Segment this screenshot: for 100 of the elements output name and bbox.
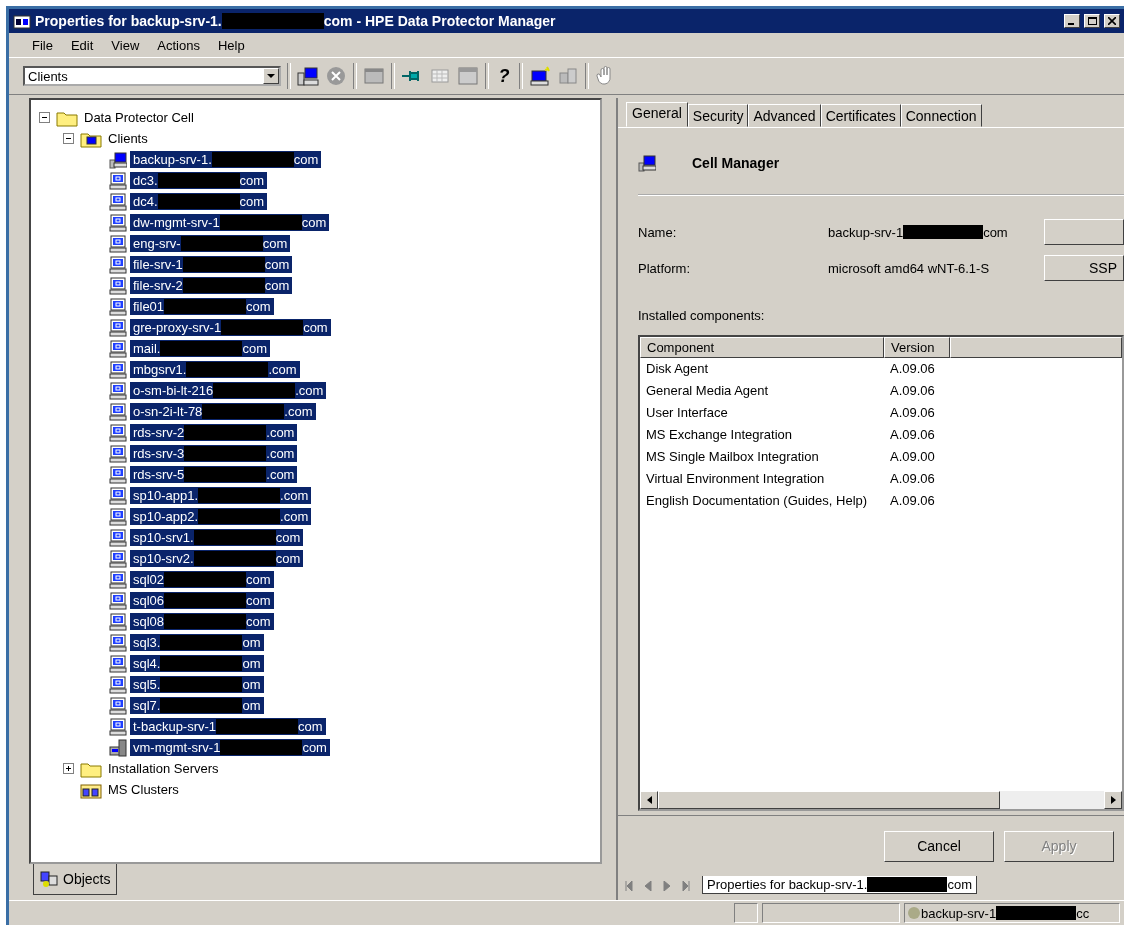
servers-icon (109, 738, 127, 757)
field-label: Platform: (638, 260, 691, 276)
horizontal-scrollbar[interactable] (640, 791, 1122, 809)
tree-item[interactable]: mail. com (130, 340, 270, 357)
computer-icon (109, 717, 127, 736)
tree-item[interactable]: sp10-srv2. com (130, 550, 304, 567)
expand-toggle[interactable] (63, 763, 74, 774)
host-name: rds-srv-2 (133, 425, 185, 440)
host-name: sql5. (133, 677, 161, 692)
scroll-left-icon[interactable] (646, 796, 652, 804)
computer-icon (109, 402, 127, 421)
menu-item[interactable]: Actions (148, 35, 209, 55)
menu-item[interactable]: Edit (61, 35, 103, 55)
tab[interactable]: Security (687, 104, 749, 127)
host-name: sql02 (133, 572, 165, 587)
tab[interactable]: Advanced (748, 104, 821, 127)
tree-item[interactable]: sql08 com (130, 613, 274, 630)
host-suffix: .com (266, 467, 295, 482)
tree-item[interactable]: file-srv-2 com (130, 277, 293, 294)
view-dropdown[interactable]: Clients (23, 66, 281, 86)
tree-item[interactable]: dc4. com (130, 193, 268, 210)
document-tab[interactable]: Properties for backup-srv-1. com (702, 876, 977, 894)
tree-item[interactable]: rds-srv-3 .com (130, 445, 298, 462)
host-suffix: com (239, 194, 265, 209)
menu-item[interactable]: Help (208, 35, 254, 55)
host-name: t-backup-srv-1 (133, 719, 217, 734)
tab[interactable]: General (626, 102, 688, 127)
host-name: o-sm-bi-lt-216 (133, 383, 214, 398)
computer-icon (109, 549, 127, 568)
column-header[interactable]: Component (640, 337, 884, 358)
help-button[interactable]: ? (495, 65, 513, 87)
action-button[interactable] (1044, 219, 1124, 245)
computer-icon (109, 507, 127, 526)
tree-item[interactable]: rds-srv-2 .com (130, 424, 298, 441)
tree-item[interactable]: backup-srv-1. com (130, 151, 322, 168)
host-name: backup-srv-1. (133, 152, 212, 167)
computer-icon (109, 297, 127, 316)
collapse-toggle[interactable] (63, 133, 74, 144)
tree-item[interactable]: sql5. om (130, 676, 264, 693)
close-button[interactable] (1104, 14, 1120, 28)
action-button[interactable]: SSP (1044, 255, 1124, 281)
menu-item[interactable]: View (102, 35, 149, 55)
host-name: o-sn-2i-lt-78 (133, 404, 203, 419)
host-suffix: com (275, 530, 301, 545)
tree-item[interactable]: file01 com (130, 298, 274, 315)
host-name: vm-mgmt-srv-1 (133, 740, 221, 755)
column-header[interactable]: Version (884, 337, 950, 358)
computer-icon[interactable] (529, 65, 551, 87)
dialog-button[interactable]: Cancel (884, 830, 994, 862)
tree-item[interactable]: dc3. com (130, 172, 268, 189)
tree-item[interactable]: o-sn-2i-lt-78 .com (130, 403, 316, 420)
tab[interactable]: Connection (900, 104, 982, 127)
host-name: sql3. (133, 635, 161, 650)
computer-icon (109, 255, 127, 274)
host-name: file-srv-2 (133, 278, 183, 293)
tree-item[interactable]: gre-proxy-srv-1 com (130, 319, 331, 336)
computer-icon (109, 423, 127, 442)
tree-item[interactable]: Installation Servers (105, 760, 222, 777)
tree-item[interactable]: sp10-srv1. com (130, 529, 304, 546)
host-name: rds-srv-3 (133, 446, 185, 461)
tree-item[interactable]: Data Protector Cell (81, 109, 197, 126)
host-suffix: com (246, 572, 271, 587)
tree-item[interactable]: vm-mgmt-srv-1 com (130, 739, 330, 756)
menu-item[interactable]: File (23, 35, 62, 55)
tree-item[interactable]: o-sm-bi-lt-216 .com (130, 382, 327, 399)
tree-item[interactable]: dw-mgmt-srv-1 com (130, 214, 330, 231)
tree-item[interactable]: sql7. om (130, 697, 264, 714)
tree-item[interactable]: sql06 com (130, 592, 274, 609)
host-suffix: om (242, 677, 261, 692)
table-cell-text: Disk Agent (646, 361, 710, 378)
host-suffix: .com (280, 509, 309, 524)
tree-item[interactable]: file-srv-1 com (130, 256, 293, 273)
tab[interactable]: Certificates (820, 104, 901, 127)
tree-item[interactable]: Clients (105, 130, 151, 147)
objects-tab[interactable]: Objects (33, 864, 118, 895)
tree-item[interactable]: sql3. om (130, 634, 264, 651)
computer-icon (109, 654, 127, 673)
section-title: Cell Manager (692, 155, 780, 171)
tree-item[interactable]: sql02 com (130, 571, 274, 588)
host-suffix: .com (266, 425, 295, 440)
tree-item[interactable]: t-backup-srv-1 com (130, 718, 326, 735)
minimize-button[interactable] (1064, 14, 1080, 28)
computer-icon (109, 633, 127, 652)
host-suffix: com (264, 257, 290, 272)
host-name: dw-mgmt-srv-1 (133, 215, 220, 230)
tree-item[interactable]: eng-srv- com (130, 235, 291, 252)
tree-item[interactable]: sp10-app2. .com (130, 508, 312, 525)
host-name: dc4. (133, 194, 158, 209)
tree-item[interactable]: mbgsrv1. .com (130, 361, 300, 378)
tree-item[interactable]: rds-srv-5 .com (130, 466, 298, 483)
scroll-right-icon[interactable] (1110, 796, 1116, 804)
tree-item[interactable]: sp10-app1. .com (130, 487, 312, 504)
host-name: mbgsrv1. (133, 362, 187, 377)
maximize-button[interactable] (1084, 14, 1100, 28)
computer-icon[interactable] (297, 65, 319, 87)
tree-item[interactable]: MS Clusters (105, 781, 182, 798)
stop-icon[interactable] (325, 65, 347, 87)
tree-item[interactable]: sql4. om (130, 655, 264, 672)
table-cell-text: English Documentation (Guides, Help) (646, 493, 869, 510)
collapse-toggle[interactable] (39, 112, 50, 123)
